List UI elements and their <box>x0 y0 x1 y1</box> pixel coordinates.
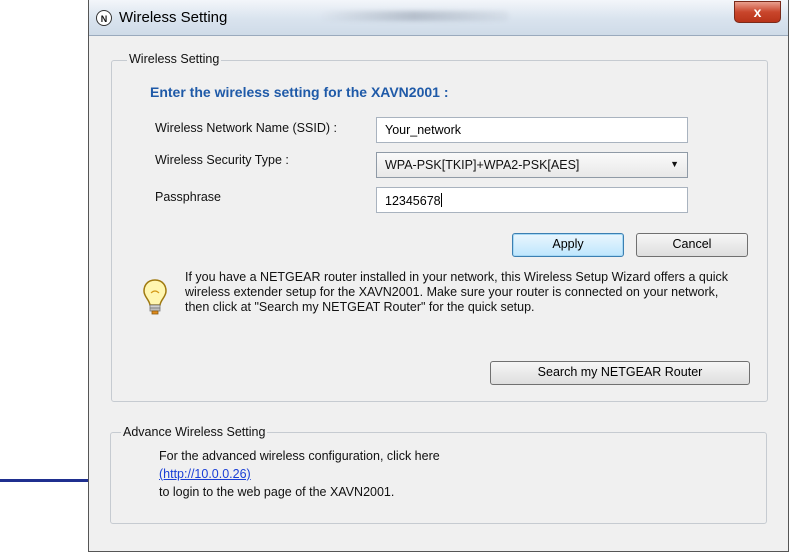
netgear-app-icon: N <box>96 10 112 26</box>
window-title: Wireless Setting <box>119 9 228 26</box>
page-heading: Enter the wireless setting for the XAVN2… <box>150 84 449 100</box>
ssid-label: Wireless Network Name (SSID) : <box>155 121 337 135</box>
advanced-login-text: to login to the web page of the XAVN2001… <box>159 485 395 499</box>
wireless-setting-legend: Wireless Setting <box>127 52 222 66</box>
search-router-button[interactable]: Search my NETGEAR Router <box>490 361 750 385</box>
security-type-select[interactable]: WPA-PSK[TKIP]+WPA2-PSK[AES] ▼ <box>376 152 688 178</box>
title-bar[interactable]: N Wireless Setting x <box>89 0 788 36</box>
dropdown-arrow-icon: ▼ <box>670 159 679 169</box>
text-caret <box>440 193 442 207</box>
passphrase-input[interactable]: 12345678 <box>376 187 688 213</box>
blurred-title-detail <box>319 11 509 21</box>
cancel-button[interactable]: Cancel <box>636 233 748 257</box>
close-button[interactable]: x <box>734 1 781 23</box>
advanced-instruction: For the advanced wireless configuration,… <box>159 449 440 463</box>
advanced-link-row: (http://10.0.0.26) <box>159 467 251 481</box>
lightbulb-icon <box>143 279 167 315</box>
ssid-input[interactable]: Your_network <box>376 117 688 143</box>
advanced-setting-legend: Advance Wireless Setting <box>121 425 268 439</box>
security-type-label: Wireless Security Type : <box>155 153 289 167</box>
security-type-value: WPA-PSK[TKIP]+WPA2-PSK[AES] <box>385 158 580 172</box>
passphrase-label: Passphrase <box>155 190 222 204</box>
wireless-setting-group <box>111 60 768 402</box>
advanced-config-link[interactable]: (http://10.0.0.26) <box>159 467 251 481</box>
apply-button[interactable]: Apply <box>512 233 624 257</box>
info-message: If you have a NETGEAR router installed i… <box>185 270 729 314</box>
passphrase-value: 12345678 <box>385 194 441 208</box>
